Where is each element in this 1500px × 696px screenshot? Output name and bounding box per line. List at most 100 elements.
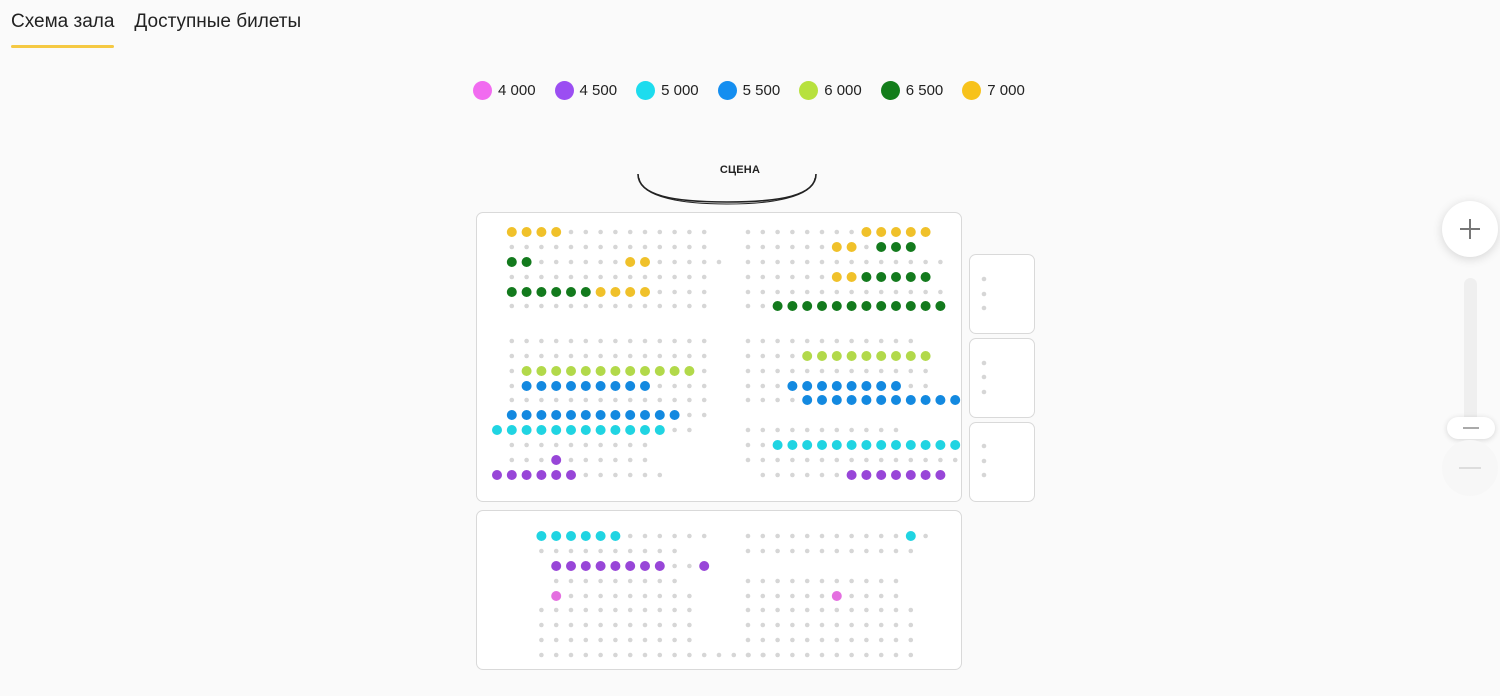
seat-available[interactable] <box>905 272 916 282</box>
seat-available[interactable] <box>551 425 562 435</box>
seat-available[interactable] <box>891 440 901 450</box>
seat-available[interactable] <box>787 301 798 311</box>
seat-available[interactable] <box>802 351 813 361</box>
seat-available[interactable] <box>846 301 857 311</box>
seat-available[interactable] <box>566 470 576 480</box>
seat-available[interactable] <box>566 561 576 571</box>
seat-available[interactable] <box>846 381 857 391</box>
seat-available[interactable] <box>625 561 636 571</box>
seat-available[interactable] <box>551 470 562 480</box>
seat-available[interactable] <box>566 381 576 391</box>
seat-available[interactable] <box>625 366 636 376</box>
seat-available[interactable] <box>521 227 532 237</box>
seat-available[interactable] <box>566 410 576 420</box>
seat-available[interactable] <box>920 351 931 361</box>
seat-available[interactable] <box>536 381 547 391</box>
seat-available[interactable] <box>595 410 606 420</box>
seat-available[interactable] <box>920 470 931 480</box>
seat-available[interactable] <box>876 301 887 311</box>
seat-available[interactable] <box>551 227 562 237</box>
seat-available[interactable] <box>536 425 547 435</box>
seat-available[interactable] <box>831 440 842 450</box>
seat-available[interactable] <box>920 395 931 405</box>
seat-available[interactable] <box>876 381 887 391</box>
seat-available[interactable] <box>580 410 591 420</box>
seat-available[interactable] <box>595 381 606 391</box>
seat-available[interactable] <box>861 381 872 391</box>
seat-available[interactable] <box>580 381 591 391</box>
seat-available[interactable] <box>551 410 562 420</box>
zoom-out-button[interactable] <box>1442 440 1498 496</box>
seat-available[interactable] <box>536 287 547 297</box>
seat-available[interactable] <box>891 227 901 237</box>
seat-available[interactable] <box>580 366 591 376</box>
seat-available[interactable] <box>861 301 872 311</box>
seat-available[interactable] <box>684 366 695 376</box>
seat-available[interactable] <box>831 272 842 282</box>
seat-available[interactable] <box>817 381 827 391</box>
seat-available[interactable] <box>566 366 576 376</box>
seat-available[interactable] <box>846 272 857 282</box>
seat-available[interactable] <box>566 425 576 435</box>
seat-available[interactable] <box>831 242 842 252</box>
seat-available[interactable] <box>654 425 665 435</box>
seat-available[interactable] <box>551 455 562 465</box>
seat-available[interactable] <box>536 366 547 376</box>
seat-available[interactable] <box>521 366 532 376</box>
seat-available[interactable] <box>891 272 901 282</box>
seat-available[interactable] <box>521 381 532 391</box>
seat-available[interactable] <box>861 227 872 237</box>
seat-available[interactable] <box>846 351 857 361</box>
seat-available[interactable] <box>521 257 532 267</box>
seat-available[interactable] <box>876 470 887 480</box>
seat-available[interactable] <box>610 425 621 435</box>
seat-available[interactable] <box>861 395 872 405</box>
seat-available[interactable] <box>595 561 606 571</box>
seat-available[interactable] <box>610 366 621 376</box>
seat-available[interactable] <box>521 287 532 297</box>
seat-available[interactable] <box>905 470 916 480</box>
seat-available[interactable] <box>506 425 517 435</box>
seat-available[interactable] <box>625 257 636 267</box>
seat-available[interactable] <box>831 381 842 391</box>
seat-available[interactable] <box>640 561 650 571</box>
seat-available[interactable] <box>536 410 547 420</box>
seat-available[interactable] <box>831 301 842 311</box>
seat-available[interactable] <box>787 440 798 450</box>
seat-available[interactable] <box>861 440 872 450</box>
seat-available[interactable] <box>506 287 517 297</box>
seat-available[interactable] <box>580 531 591 541</box>
seat-available[interactable] <box>905 531 916 541</box>
seat-available[interactable] <box>669 366 680 376</box>
seat-available[interactable] <box>551 531 562 541</box>
seat-available[interactable] <box>640 425 650 435</box>
seat-available[interactable] <box>625 410 636 420</box>
seat-available[interactable] <box>831 395 842 405</box>
seat-available[interactable] <box>551 287 562 297</box>
seat-available[interactable] <box>551 561 562 571</box>
seat-available[interactable] <box>551 381 562 391</box>
seat-available[interactable] <box>536 531 547 541</box>
seat-available[interactable] <box>891 395 901 405</box>
seat-available[interactable] <box>536 470 547 480</box>
seat-available[interactable] <box>831 351 842 361</box>
seat-available[interactable] <box>846 242 857 252</box>
seat-available[interactable] <box>891 470 901 480</box>
seat-available[interactable] <box>891 301 901 311</box>
seat-available[interactable] <box>905 440 916 450</box>
seat-available[interactable] <box>654 561 665 571</box>
seat-available[interactable] <box>521 410 532 420</box>
seat-available[interactable] <box>625 381 636 391</box>
seat-available[interactable] <box>876 351 887 361</box>
seat-available[interactable] <box>817 351 827 361</box>
seat-available[interactable] <box>861 351 872 361</box>
seat-available[interactable] <box>506 470 517 480</box>
seat-available[interactable] <box>640 410 650 420</box>
seat-available[interactable] <box>492 470 502 480</box>
seat-available[interactable] <box>802 381 813 391</box>
seat-available[interactable] <box>654 410 665 420</box>
seat-available[interactable] <box>935 440 946 450</box>
seat-available[interactable] <box>521 425 532 435</box>
seat-available[interactable] <box>876 395 887 405</box>
seat-available[interactable] <box>861 470 872 480</box>
